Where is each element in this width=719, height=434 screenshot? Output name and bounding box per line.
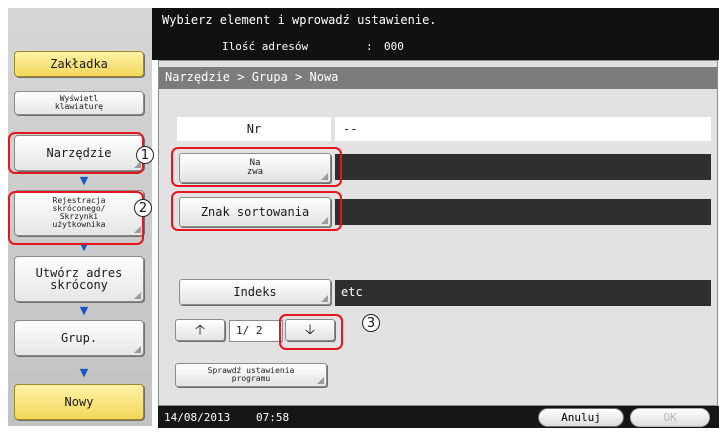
callout-3: 3 (362, 314, 380, 332)
index-button-label: Indeks (233, 285, 277, 299)
ok-label: OK (663, 411, 677, 424)
step-group-label: Grup. (60, 331, 98, 345)
index-value: etc (335, 280, 711, 306)
number-value: -- (335, 117, 711, 141)
down-arrow-icon (79, 306, 89, 316)
down-arrow-icon (79, 368, 89, 378)
ok-button[interactable]: OK (630, 408, 710, 427)
tab-bookmark-label: Zakładka (50, 57, 108, 71)
step-create-address-label: Utwórz adres skrócony (35, 266, 123, 292)
highlight-step-narzedzie (8, 132, 144, 174)
highlight-step-registration (8, 191, 144, 245)
name-value[interactable] (335, 154, 711, 180)
corner-mark-icon (134, 292, 141, 299)
step-new-label: Nowy (64, 395, 94, 409)
date-text: 14/08/2013 (164, 411, 231, 424)
sort-character-value[interactable] (335, 199, 711, 225)
callout-1: 1 (136, 146, 154, 164)
highlight-page-down (279, 314, 343, 350)
instruction-text: Wybierz element i wprowadź ustawienie. (162, 13, 437, 27)
time-text: 07:58 (256, 411, 290, 424)
check-program-label: Sprawdź ustawienia programu (207, 366, 295, 383)
index-button[interactable]: Indeks (179, 279, 331, 305)
tab-bookmark-button[interactable]: Zakładka (14, 51, 144, 77)
top-header: Wybierz element i wprowadź ustawienie. I… (152, 8, 719, 60)
corner-mark-icon (134, 346, 141, 353)
highlight-name-button (171, 147, 342, 187)
up-arrow-icon: 🡡 (194, 322, 206, 338)
show-keyboard-button[interactable]: Wyświetl klawiaturę (14, 91, 144, 115)
check-program-button[interactable]: Sprawdź ustawienia programu (175, 363, 327, 387)
corner-mark-icon (321, 295, 328, 302)
breadcrumb: Narzędzie > Grupa > Nowa (159, 67, 717, 89)
page-up-button[interactable]: 🡡 (175, 319, 225, 341)
number-label: Nr (177, 117, 331, 141)
cancel-label: Anuluj (561, 411, 601, 424)
step-create-address-button[interactable]: Utwórz adres skrócony (14, 256, 144, 302)
page-indicator: 1/ 2 (229, 320, 283, 342)
main-panel: Narzędzie > Grupa > Nowa Nr -- Na zwa Zn… (158, 60, 718, 406)
callout-2: 2 (134, 199, 152, 217)
status-bar: 14/08/2013 07:58 Anuluj OK (158, 406, 719, 428)
step-group-button[interactable]: Grup. (14, 320, 144, 356)
highlight-sort-button (171, 191, 342, 231)
corner-mark-icon (317, 377, 324, 384)
show-keyboard-label: Wyświetl klawiaturę (54, 94, 104, 111)
address-count-sep: : (366, 40, 373, 53)
address-count-label: Ilość adresów (222, 40, 309, 53)
cancel-button[interactable]: Anuluj (538, 408, 624, 427)
step-new-button[interactable]: Nowy (14, 384, 144, 420)
down-arrow-icon (79, 176, 89, 186)
address-count-value: 000 (384, 40, 404, 53)
